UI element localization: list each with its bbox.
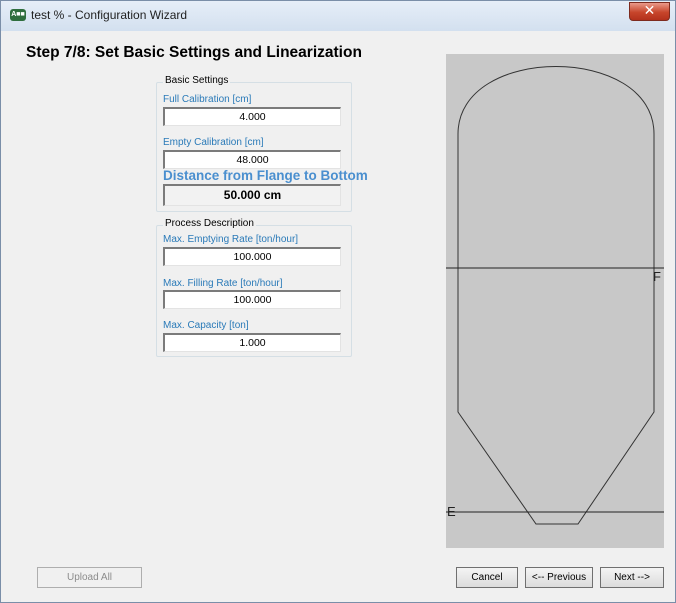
full-calibration-field[interactable]: 4.000 xyxy=(163,107,341,126)
full-marker: F xyxy=(653,269,661,284)
previous-button[interactable]: <-- Previous xyxy=(525,567,593,588)
max-emptying-rate-field[interactable]: 100.000 xyxy=(163,247,341,266)
max-capacity-field[interactable]: 1.000 xyxy=(163,333,341,352)
empty-calibration-field[interactable]: 48.000 xyxy=(163,150,341,169)
window-title: test % - Configuration Wizard xyxy=(31,8,188,22)
full-calibration-label: Full Calibration [cm] xyxy=(163,94,252,105)
process-description-legend: Process Description xyxy=(163,218,256,229)
title-bar[interactable]: A■■ test % - Configuration Wizard ✕ xyxy=(1,1,675,31)
close-button[interactable]: ✕ xyxy=(629,2,670,21)
basic-settings-legend: Basic Settings xyxy=(163,75,231,86)
tank-outline xyxy=(457,66,655,525)
max-emptying-rate-label: Max. Emptying Rate [ton/hour] xyxy=(163,234,299,245)
max-filling-rate-label: Max. Filling Rate [ton/hour] xyxy=(163,278,283,289)
app-icon: A■■ xyxy=(10,9,26,21)
max-capacity-label: Max. Capacity [ton] xyxy=(163,320,249,331)
empty-calibration-label: Empty Calibration [cm] xyxy=(163,137,264,148)
distance-flange-bottom-value: 50.000 cm xyxy=(163,184,341,206)
cancel-button[interactable]: Cancel xyxy=(456,567,518,588)
upload-all-button[interactable]: Upload All xyxy=(37,567,142,588)
step-title: Step 7/8: Set Basic Settings and Lineari… xyxy=(26,44,362,61)
empty-marker: E xyxy=(447,504,456,519)
max-filling-rate-field[interactable]: 100.000 xyxy=(163,290,341,309)
distance-flange-bottom-label: Distance from Flange to Bottom xyxy=(163,168,368,183)
next-button[interactable]: Next --> xyxy=(600,567,664,588)
tank-diagram-svg: F E xyxy=(446,66,664,525)
close-icon: ✕ xyxy=(643,3,656,19)
tank-diagram: F E xyxy=(446,54,664,548)
